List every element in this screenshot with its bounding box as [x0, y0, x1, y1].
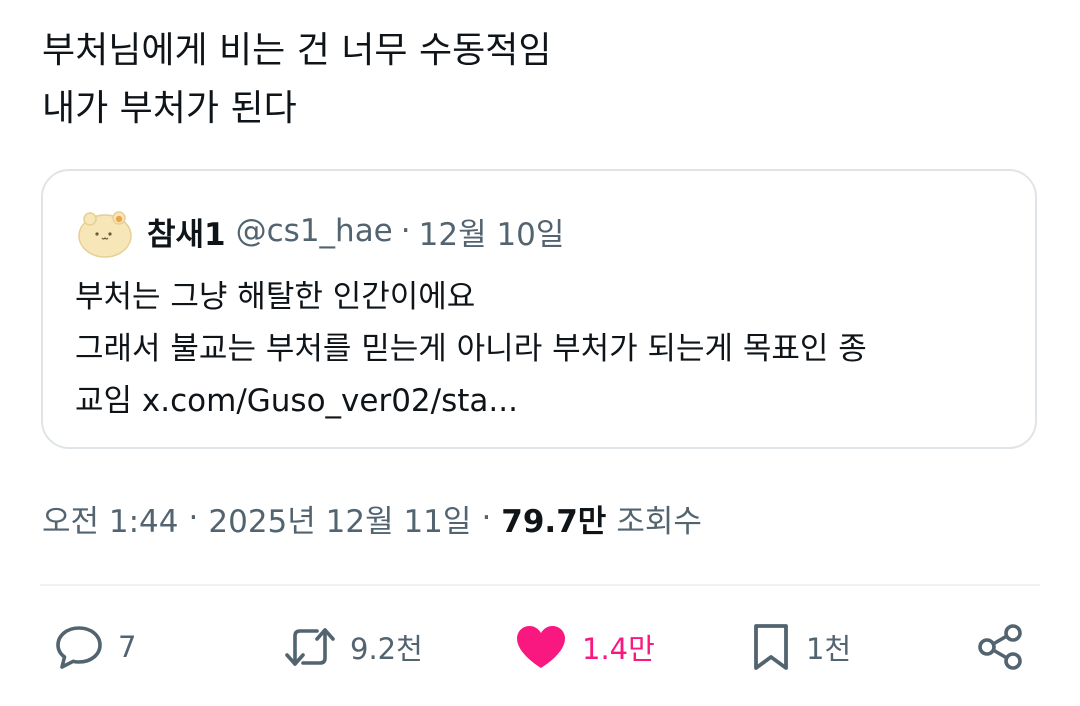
bookmark-button[interactable]: 1천 — [750, 622, 851, 672]
tweet-text: 부처님에게 비는 건 너무 수동적임 내가 부처가 된다 — [42, 22, 1032, 138]
tweet-text-line: 부처님에게 비는 건 너무 수동적임 — [42, 30, 552, 71]
quoted-body-line: 부처는 그냥 해탈한 인간이에요 — [75, 279, 476, 315]
share-button[interactable] — [976, 622, 1024, 672]
reply-icon — [56, 626, 102, 669]
repost-count: 9.2천 — [350, 632, 423, 666]
tweet-time[interactable]: 오전 1:44 — [42, 496, 179, 541]
reply-count: 7 — [118, 630, 137, 664]
meta-separator: · — [481, 500, 492, 536]
hamster-avatar-icon — [77, 203, 133, 259]
views-label: 조회수 — [616, 503, 702, 540]
divider — [40, 584, 1040, 586]
quoted-author-avatar[interactable] — [77, 203, 133, 259]
repost-button[interactable]: 9.2천 — [284, 622, 423, 672]
quoted-author-name[interactable]: 참새1 — [147, 209, 226, 254]
quoted-body-line: 그래서 불교는 부처를 믿는게 아니라 부처가 되는게 목표인 종 — [75, 331, 867, 367]
bookmark-icon — [754, 624, 788, 670]
like-button[interactable]: 1.4만 — [514, 622, 655, 672]
tweet-text-line: 내가 부처가 된다 — [42, 88, 297, 129]
quoted-separator: · — [400, 213, 411, 249]
quoted-tweet-card[interactable]: 참새1 @cs1_hae · 12월 10일 부처는 그냥 해탈한 인간이에요 … — [41, 169, 1037, 449]
tweet-date[interactable]: 2025년 12월 11일 — [208, 496, 471, 541]
repost-icon — [285, 628, 335, 666]
quoted-tweet-body: 부처는 그냥 해탈한 인간이에요 그래서 불교는 부처를 믿는게 아니라 부처가… — [75, 271, 1015, 427]
bookmark-count: 1천 — [806, 632, 852, 666]
reply-button[interactable]: 7 — [54, 622, 136, 672]
like-count: 1.4만 — [582, 632, 655, 666]
meta-separator: · — [188, 500, 199, 536]
views-count: 79.7만 — [501, 503, 607, 540]
share-icon — [978, 624, 1022, 670]
quoted-body-link[interactable]: x.com/Guso_ver02/sta... — [142, 383, 518, 419]
quoted-date[interactable]: 12월 10일 — [419, 209, 565, 254]
tweet-meta: 오전 1:44 · 2025년 12월 11일 · 79.7만 조회수 — [42, 496, 702, 540]
quoted-author-handle[interactable]: @cs1_hae — [236, 213, 393, 249]
quoted-body-line: 교임 x.com/Guso_ver02/sta... — [75, 375, 1015, 427]
heart-icon — [517, 626, 565, 668]
quoted-body-text: 교임 — [75, 383, 133, 419]
quoted-tweet-header: 참새1 @cs1_hae · 12월 10일 — [77, 201, 564, 261]
